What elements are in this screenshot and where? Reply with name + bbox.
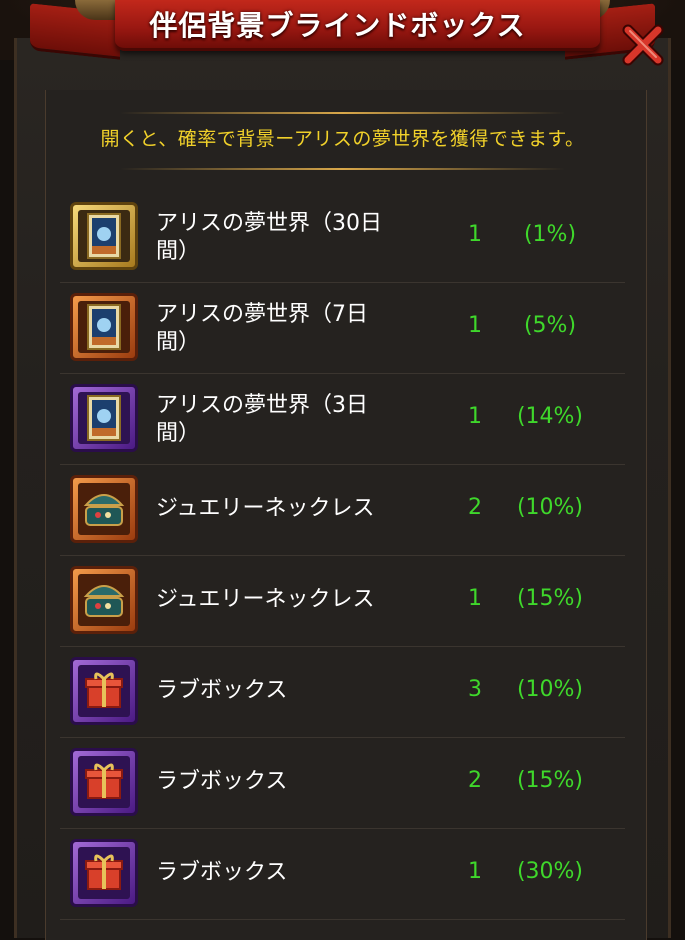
item-icon-frame[interactable] — [70, 566, 138, 634]
item-icon-frame[interactable] — [70, 657, 138, 725]
dream-world-card-icon — [78, 392, 130, 444]
item-icon-frame[interactable] — [70, 384, 138, 452]
close-button[interactable] — [618, 20, 668, 70]
item-probability: (5%) — [523, 313, 577, 338]
divider — [120, 112, 565, 114]
item-name-line: アリスの夢世界（30日 — [156, 211, 382, 236]
item-icon-frame[interactable] — [70, 293, 138, 361]
gift-box-icon — [78, 665, 130, 717]
item-quantity: 2 — [468, 495, 482, 520]
list-item: ジュエリーネックレス 2 (10%) — [60, 465, 625, 556]
item-name-line: アリスの夢世界（7日 — [156, 302, 368, 327]
close-icon — [622, 24, 664, 66]
item-name: ジュエリーネックレス — [156, 587, 375, 612]
item-name: アリスの夢世界（30日 間） — [156, 210, 416, 266]
gift-box-icon — [78, 756, 130, 808]
list-item: ラブボックス 1 (30%) — [60, 829, 625, 920]
item-name: ジュエリーネックレス — [156, 496, 375, 521]
item-probability: (15%) — [516, 586, 584, 611]
item-quantity: 1 — [468, 404, 482, 429]
dream-world-card-icon — [78, 301, 130, 353]
list-item: アリスの夢世界（3日 間） 1 (14%) — [60, 374, 625, 465]
item-quantity: 1 — [468, 313, 482, 338]
item-name: ラブボックス — [156, 860, 288, 885]
list-item: ジュエリーネックレス 1 (15%) — [60, 556, 625, 647]
item-name: ラブボックス — [156, 678, 288, 703]
dialog-title: 伴侶背景ブラインドボックス — [149, 9, 526, 42]
item-name: ラブボックス — [156, 769, 288, 794]
item-probability: (10%) — [516, 677, 584, 702]
item-quantity: 1 — [468, 586, 482, 611]
list-item: アリスの夢世界（30日 間） 1 (1%) — [60, 192, 625, 283]
gift-box-icon — [78, 847, 130, 899]
item-name-line: 間） — [156, 239, 201, 264]
item-probability: (15%) — [516, 768, 584, 793]
description-text: 開くと、確率で背景ーアリスの夢世界を獲得できます。 — [100, 128, 585, 150]
item-probability: (10%) — [516, 495, 584, 520]
reward-list: アリスの夢世界（30日 間） 1 (1%) アリスの夢世界（7日 間） 1 (5… — [60, 192, 625, 920]
item-probability: (14%) — [516, 404, 584, 429]
item-probability: (30%) — [516, 859, 584, 884]
item-probability: (1%) — [523, 222, 577, 247]
list-item: ラブボックス 2 (15%) — [60, 738, 625, 829]
item-name-line: 間） — [156, 421, 201, 446]
dream-world-card-icon — [78, 210, 130, 262]
item-icon-frame[interactable] — [70, 202, 138, 270]
list-item: ラブボックス 3 (10%) — [60, 647, 625, 738]
item-quantity: 1 — [468, 859, 482, 884]
item-name: アリスの夢世界（3日 間） — [156, 392, 416, 448]
item-icon-frame[interactable] — [70, 748, 138, 816]
item-icon-frame[interactable] — [70, 839, 138, 907]
item-name-line: アリスの夢世界（3日 — [156, 393, 368, 418]
item-name-line: 間） — [156, 330, 201, 355]
divider — [120, 168, 565, 170]
item-name: アリスの夢世界（7日 間） — [156, 301, 416, 357]
item-quantity: 1 — [468, 222, 482, 247]
jewelry-box-icon — [78, 483, 130, 535]
item-quantity: 3 — [468, 677, 482, 702]
jewelry-box-icon — [78, 574, 130, 626]
item-icon-frame[interactable] — [70, 475, 138, 543]
item-quantity: 2 — [468, 768, 482, 793]
list-item: アリスの夢世界（7日 間） 1 (5%) — [60, 283, 625, 374]
